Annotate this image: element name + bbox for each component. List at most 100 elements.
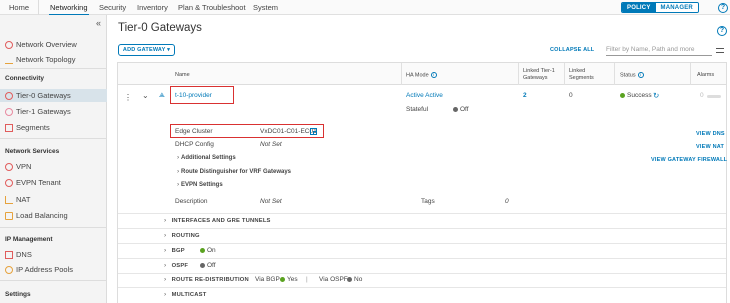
status-dot: [453, 106, 458, 112]
multicast-section-toggle[interactable]: › MULTICAST: [164, 291, 206, 298]
linked-tier1-count[interactable]: 2: [523, 92, 527, 99]
evpn-settings-toggle[interactable]: › EVPN Settings: [177, 181, 223, 188]
policy-manager-toggle: POLICY MANAGER: [621, 2, 699, 13]
filter-input[interactable]: [606, 44, 712, 56]
success-dot: [620, 92, 625, 98]
sidebar-item-network-overview[interactable]: Network Overview: [5, 40, 77, 49]
alarms-bar: [707, 95, 721, 98]
sidebar-item-label: Tier-1 Gateways: [16, 107, 71, 116]
ospf-section-toggle[interactable]: › OSPF: [164, 262, 188, 269]
column-header-name[interactable]: Name: [175, 72, 190, 79]
load-balancing-icon: [5, 211, 13, 220]
manager-mode-button[interactable]: MANAGER: [655, 3, 698, 12]
network-overview-icon: [5, 40, 13, 49]
section-divider: [118, 273, 726, 274]
chevron-right-icon: ›: [164, 247, 167, 254]
sidebar-item-network-topology[interactable]: Network Topology: [5, 55, 75, 64]
collapse-sidebar-icon[interactable]: «: [96, 18, 101, 28]
sidebar-item-tier0-gateways[interactable]: Tier-0 Gateways: [0, 89, 107, 102]
view-dns-link[interactable]: VIEW DNS: [696, 131, 725, 137]
sidebar-item-vpn[interactable]: VPN: [5, 162, 31, 171]
add-gateway-button[interactable]: ADD GATEWAY ▾: [118, 44, 175, 56]
tab-inventory[interactable]: Inventory: [137, 3, 168, 12]
ospf-status: Off: [200, 262, 216, 269]
tags-label: Tags: [421, 198, 435, 205]
column-header-status[interactable]: Status i: [620, 72, 644, 79]
help-icon[interactable]: ?: [717, 26, 727, 36]
ha-mode-value: Active Active: [406, 92, 443, 99]
sidebar-item-tier1-gateways[interactable]: Tier-1 Gateways: [5, 107, 71, 116]
tier0-gateway-icon: ⟁: [159, 92, 165, 99]
view-nat-link[interactable]: VIEW NAT: [696, 144, 724, 150]
help-icon[interactable]: ?: [718, 3, 728, 13]
filter-icon[interactable]: [716, 48, 724, 53]
tab-home[interactable]: Home: [9, 3, 29, 12]
sidebar-item-label: NAT: [16, 195, 31, 204]
column-header-alarms[interactable]: Alarms: [697, 72, 714, 79]
sidebar-divider: [0, 280, 107, 281]
sidebar: « Network Overview Network Topology Conn…: [0, 15, 107, 303]
column-header-linked-tier1[interactable]: Linked Tier-1 Gateways: [523, 68, 565, 81]
section-title: MULTICAST: [171, 292, 207, 298]
via-ospf-status: No: [347, 276, 362, 283]
table-row: ⋮ ⌄ ⟁ t-10-provider Active Active Statef…: [118, 86, 727, 303]
chevron-right-icon: ›: [164, 276, 167, 283]
tier0-gateway-icon: [5, 91, 13, 100]
view-gateway-firewall-link[interactable]: VIEW GATEWAY FIREWALL: [651, 157, 727, 163]
bgp-status-text: On: [207, 247, 216, 254]
tab-networking[interactable]: Networking: [49, 3, 89, 16]
sidebar-divider: [0, 138, 107, 139]
policy-mode-button[interactable]: POLICY: [622, 3, 656, 12]
interfaces-section-toggle[interactable]: › INTERFACES AND GRE TUNNELS: [164, 217, 271, 224]
chevron-right-icon: ›: [177, 154, 180, 161]
bgp-section-toggle[interactable]: › BGP: [164, 247, 185, 254]
section-title: ROUTE RE-DISTRIBUTION: [171, 277, 249, 283]
sidebar-item-label: Load Balancing: [16, 211, 68, 220]
tab-system[interactable]: System: [253, 3, 278, 12]
routing-section-toggle[interactable]: › ROUTING: [164, 232, 200, 239]
sidebar-item-load-balancing[interactable]: Load Balancing: [5, 211, 68, 220]
sidebar-item-label: DNS: [16, 250, 32, 259]
route-redistribution-section-toggle[interactable]: › ROUTE RE-DISTRIBUTION: [164, 276, 249, 283]
edge-cluster-details-icon[interactable]: [310, 128, 317, 135]
sidebar-item-nat[interactable]: NAT: [5, 195, 30, 204]
column-divider: [518, 63, 519, 85]
sidebar-divider: [0, 227, 107, 228]
evpn-tenant-icon: [5, 178, 13, 187]
bgp-status: On: [200, 247, 216, 254]
section-title: BGP: [171, 248, 185, 254]
info-icon[interactable]: i: [637, 72, 644, 78]
column-header-ha-mode[interactable]: HA Mode i: [406, 72, 437, 79]
additional-settings-toggle[interactable]: › Additional Settings: [177, 154, 236, 161]
stateful-value-text: Off: [460, 106, 469, 113]
sidebar-item-ip-address-pools[interactable]: IP Address Pools: [5, 265, 73, 274]
refresh-icon[interactable]: ↻: [653, 91, 659, 100]
status-dot: [200, 247, 205, 253]
column-header-linked-segments[interactable]: Linked Segments: [569, 68, 605, 81]
tab-security[interactable]: Security: [99, 3, 126, 12]
collapse-all-button[interactable]: COLLAPSE ALL: [550, 47, 594, 53]
sidebar-item-evpn-tenant[interactable]: EVPN Tenant: [5, 178, 61, 187]
nat-icon: [5, 195, 13, 204]
tags-count: 0: [505, 198, 509, 205]
section-divider: [118, 228, 726, 229]
sidebar-item-label: Segments: [16, 123, 50, 132]
info-icon[interactable]: i: [430, 72, 437, 78]
chevron-right-icon: ›: [177, 168, 180, 175]
sidebar-item-segments[interactable]: Segments: [5, 123, 50, 132]
ospf-status-text: Off: [207, 262, 216, 269]
sidebar-item-dns[interactable]: DNS: [5, 250, 32, 259]
sidebar-item-label: VPN: [16, 162, 32, 171]
evpn-settings-label: EVPN Settings: [180, 182, 223, 188]
page-title: Tier-0 Gateways: [118, 22, 202, 34]
section-divider: [118, 258, 726, 259]
gateway-name[interactable]: t-10-provider: [175, 92, 212, 99]
expand-row-icon[interactable]: ⌄: [142, 91, 149, 100]
stateful-value: Off: [453, 106, 469, 113]
via-bgp-label: Via BGP: [255, 276, 280, 283]
row-menu-icon[interactable]: ⋮: [124, 93, 132, 102]
sidebar-section-ip-management: IP Management: [5, 236, 53, 243]
tab-plan-troubleshoot[interactable]: Plan & Troubleshoot: [178, 3, 246, 12]
sidebar-section-network-services: Network Services: [5, 148, 60, 155]
route-distinguisher-toggle[interactable]: › Route Distinguisher for VRF Gateways: [177, 168, 291, 175]
